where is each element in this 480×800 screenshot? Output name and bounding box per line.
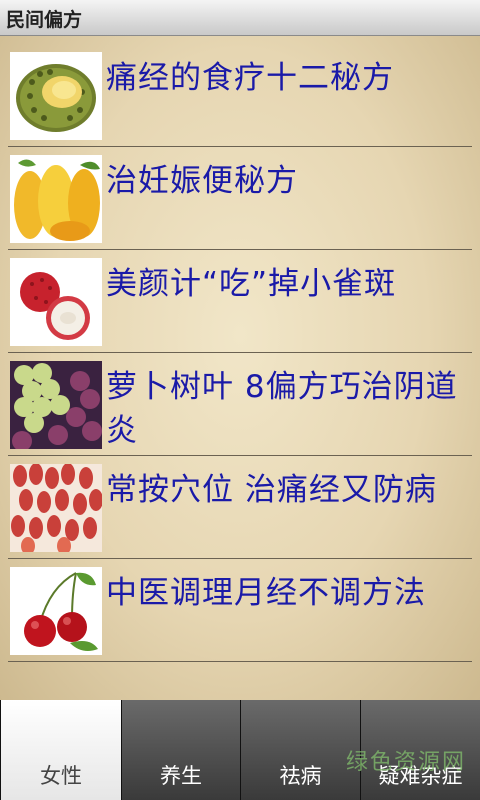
site-watermark: 绿色资源网 [345,750,466,775]
list-item[interactable]: 美颜计“吃”掉小雀斑 [8,250,472,353]
article-title[interactable]: 美颜计“吃”掉小雀斑 [106,262,466,306]
list-item[interactable]: 痛经的食疗十二秘方 [8,44,472,147]
title-bar: 民间偏方 [0,0,480,36]
article-title[interactable]: 中医调理月经不调方法 [106,571,466,615]
article-title[interactable]: 治妊娠便秘方 [106,159,466,203]
lychee-image [10,258,102,346]
grapes-image [10,361,102,449]
list-item[interactable]: 治妊娠便秘方 [8,147,472,250]
tab-cure-disease[interactable]: 祛病 [240,700,360,800]
app-title: 民间偏方 [6,9,83,31]
list-item[interactable]: 中医调理月经不调方法 [8,559,472,662]
tab-health-preservation[interactable]: 养生 [121,700,240,800]
tab-label: 祛病 [279,764,322,788]
article-title[interactable]: 痛经的食疗十二秘方 [106,56,466,100]
cherry-image [10,567,102,655]
article-title[interactable]: 萝卜树叶 8偏方巧治阴道炎 [106,365,466,453]
tab-label: 女性 [40,764,82,788]
article-title[interactable]: 常按穴位 治痛经又防病 [106,468,466,512]
mango-image [10,155,102,243]
list-item[interactable]: 萝卜树叶 8偏方巧治阴道炎 [8,353,472,456]
red-grapes-image [10,464,102,552]
article-list[interactable]: 痛经的食疗十二秘方 治妊娠便秘方 美颜计“吃”掉小雀斑 萝卜树叶 8偏方巧治阴道… [0,36,480,700]
durian-image [10,52,102,140]
tab-women[interactable]: 女性 [0,700,121,800]
tab-label: 养生 [160,764,202,788]
list-item[interactable]: 常按穴位 治痛经又防病 [8,456,472,559]
